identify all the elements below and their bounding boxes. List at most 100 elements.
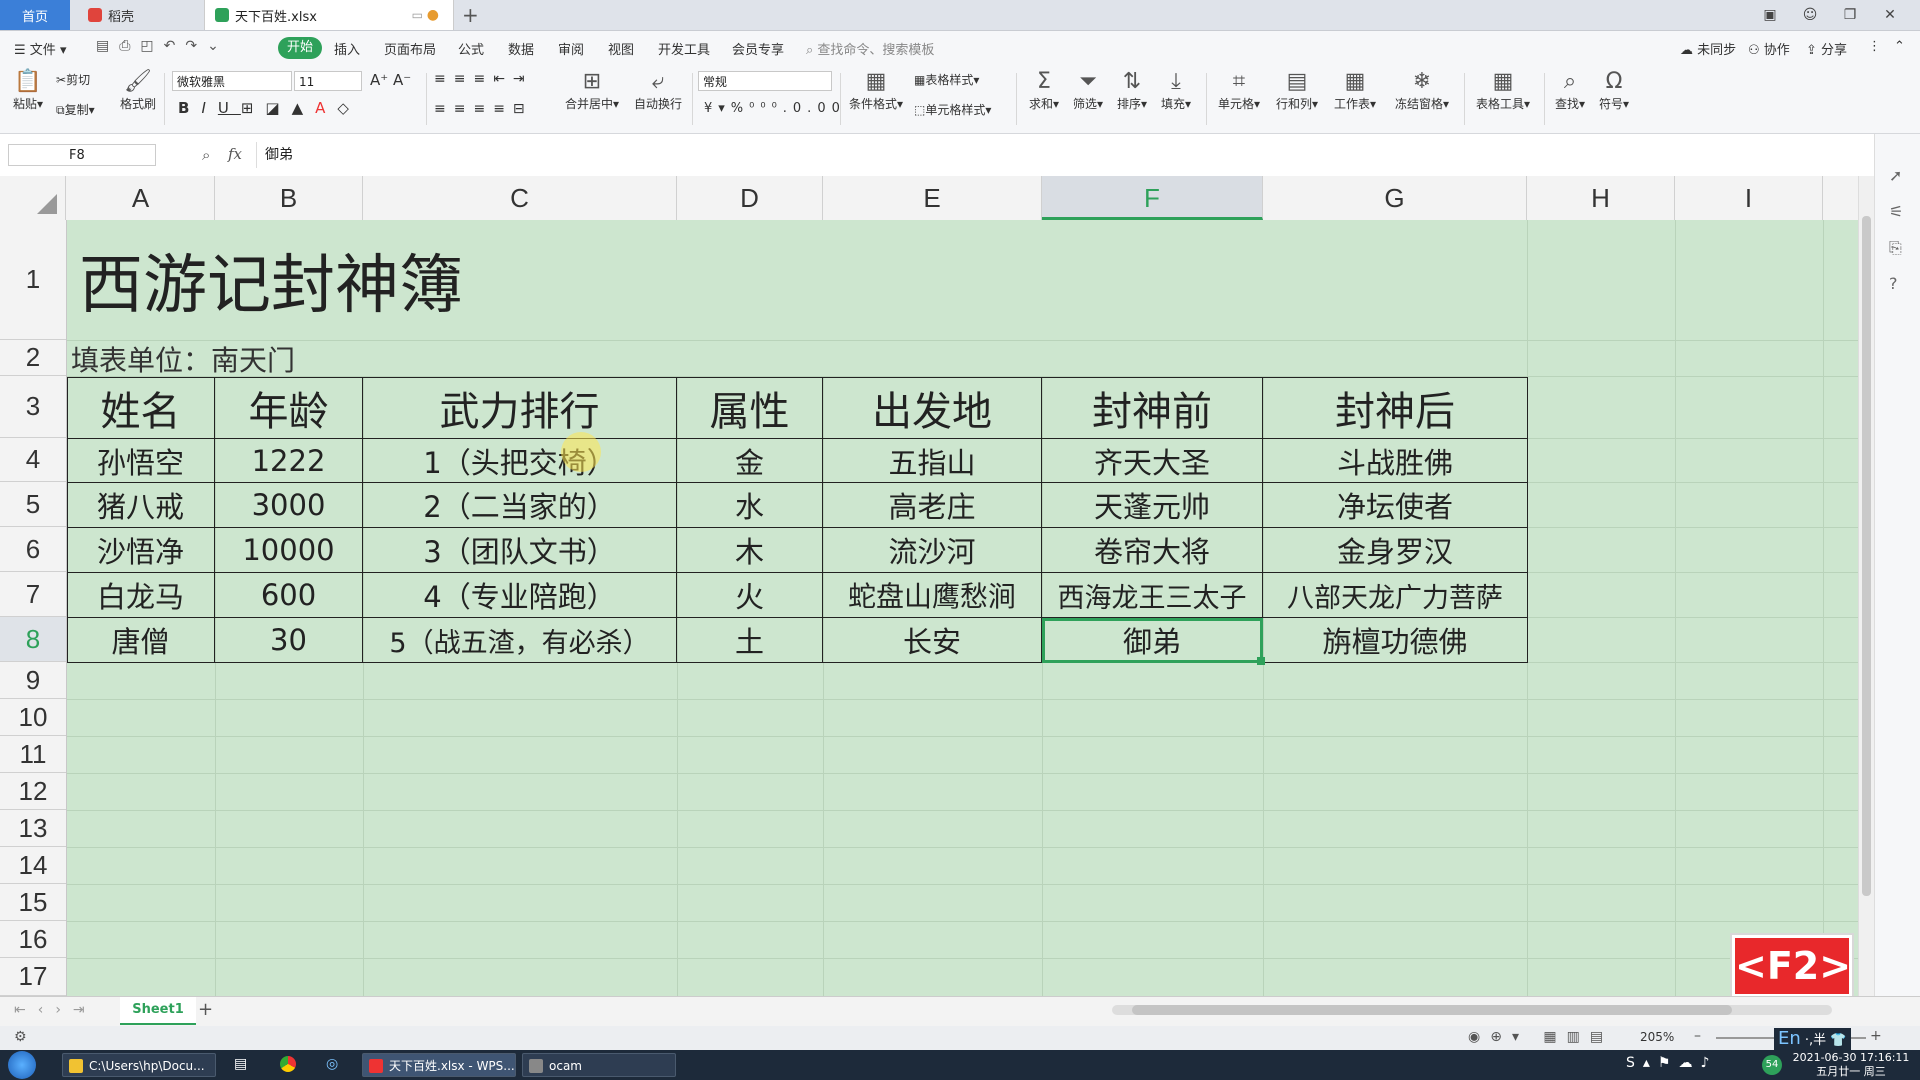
zoom-formula-icon[interactable]: ⌕	[202, 146, 210, 164]
row-header-3[interactable]: 3	[0, 376, 66, 438]
table-cell[interactable]: 1（头把交椅）	[363, 439, 677, 483]
tray-icons[interactable]: S▴⚑☁♪	[1626, 1055, 1717, 1071]
add-sheet-icon[interactable]: +	[198, 999, 213, 1020]
font-name-select[interactable]: 微软雅黑	[172, 71, 292, 91]
ime-indicator[interactable]: En ·,半 👕	[1774, 1028, 1851, 1050]
collapse-ribbon-icon[interactable]: ⌃	[1894, 39, 1905, 54]
table-cell[interactable]: 10000	[215, 528, 363, 573]
scroll-thumb[interactable]	[1862, 216, 1871, 896]
filter-button[interactable]: ⏷ 筛选▾	[1068, 69, 1108, 112]
column-header-d[interactable]: D	[677, 176, 823, 220]
table-cell[interactable]: 金	[677, 439, 823, 483]
row-header-5[interactable]: 5	[0, 482, 66, 527]
cell-style-button[interactable]: ⬚单元格样式▾	[914, 101, 991, 118]
command-search[interactable]: ⌕ 查找命令、搜索模板	[806, 39, 934, 58]
taskbar-explorer[interactable]: C:\Users\hp\Docu...	[62, 1053, 216, 1077]
row-header-8[interactable]: 8	[0, 617, 66, 662]
close-icon[interactable]: ✕	[1876, 4, 1904, 26]
select-all-corner[interactable]	[0, 176, 66, 220]
row-col-button[interactable]: ▤ 行和列▾	[1272, 69, 1322, 112]
table-cell[interactable]: 3（团队文书）	[363, 528, 677, 573]
worksheet-button[interactable]: ▦ 工作表▾	[1330, 69, 1380, 112]
menu-page-layout[interactable]: 页面布局	[384, 39, 436, 58]
menu-home[interactable]: 开始	[278, 37, 323, 59]
column-header-f[interactable]: F	[1042, 176, 1263, 220]
row-header-10[interactable]: 10	[0, 699, 66, 736]
cut-button[interactable]: ✂剪切	[56, 71, 90, 88]
menu-insert[interactable]: 插入	[334, 39, 360, 58]
column-header-h[interactable]: H	[1527, 176, 1675, 220]
sync-status[interactable]: ☁ 未同步	[1680, 39, 1736, 58]
row-header-11[interactable]: 11	[0, 736, 66, 773]
row-header-14[interactable]: 14	[0, 847, 66, 884]
menu-formula[interactable]: 公式	[458, 39, 484, 58]
formula-input[interactable]: 御弟	[256, 142, 1876, 168]
table-cell[interactable]: 长安	[823, 618, 1042, 663]
table-cell[interactable]: 斗战胜佛	[1263, 439, 1528, 483]
header-name[interactable]: 姓名	[67, 377, 215, 439]
table-cell[interactable]: 5（战五渣，有必杀）	[363, 618, 677, 663]
avatar-icon[interactable]: ☺	[1796, 4, 1824, 26]
backup-icon[interactable]: ⎘	[1889, 238, 1902, 258]
layout-icon[interactable]: ▣	[1756, 4, 1784, 26]
table-cell[interactable]: 西海龙王三太子	[1042, 573, 1263, 618]
paste-button[interactable]: 📋 粘贴▾	[10, 69, 46, 112]
tab-file[interactable]: 天下百姓.xlsx ▭ ●	[204, 0, 454, 30]
table-cell[interactable]: 木	[677, 528, 823, 573]
table-cell[interactable]: 4（专业陪跑）	[363, 573, 677, 618]
column-header-b[interactable]: B	[215, 176, 363, 220]
cell-button[interactable]: ⌗ 单元格▾	[1214, 69, 1264, 112]
sheet-title[interactable]: 西游记封神簿	[79, 220, 463, 340]
notepad-icon[interactable]: ▤	[234, 1056, 247, 1072]
menu-developer[interactable]: 开发工具	[658, 39, 710, 58]
table-cell[interactable]: 火	[677, 573, 823, 618]
row-header-15[interactable]: 15	[0, 884, 66, 921]
find-button[interactable]: ⌕ 查找▾	[1552, 69, 1588, 112]
sheet-grid[interactable]: 西游记封神簿 填表单位：南天门 姓名 年龄 武力排行 属性 出发地 封神前 封神…	[67, 220, 1858, 996]
align-buttons[interactable]: ≡≡≡≡⊟	[434, 101, 533, 117]
zoom-in-icon[interactable]: +	[1870, 1028, 1882, 1044]
table-cell[interactable]: 卷帘大将	[1042, 528, 1263, 573]
row-header-13[interactable]: 13	[0, 810, 66, 847]
freeze-panes-button[interactable]: ❄ 冻结窗格▾	[1392, 69, 1452, 112]
selected-cell-f8[interactable]: 御弟	[1042, 618, 1263, 663]
row-header-9[interactable]: 9	[0, 662, 66, 699]
quick-access-icons[interactable]: ▤⎙◰↶↷⌄	[96, 38, 229, 54]
row-header-6[interactable]: 6	[0, 527, 66, 572]
table-style-button[interactable]: ▦表格样式▾	[914, 71, 979, 88]
column-header-c[interactable]: C	[363, 176, 677, 220]
more-icon[interactable]: ⋮	[1868, 39, 1881, 54]
view-mode-icons[interactable]: ◉⊕▾ ▦▥▤	[1468, 1029, 1613, 1045]
filling-unit[interactable]: 填表单位：南天门	[71, 341, 295, 377]
sheet-tab-sheet1[interactable]: Sheet1	[120, 997, 196, 1025]
table-cell[interactable]: 唐僧	[67, 618, 215, 663]
name-box[interactable]: F8	[8, 144, 156, 166]
table-cell[interactable]: 土	[677, 618, 823, 663]
copy-button[interactable]: ⧉复制▾	[56, 101, 95, 118]
row-header-12[interactable]: 12	[0, 773, 66, 810]
row-header-16[interactable]: 16	[0, 921, 66, 958]
column-header-g[interactable]: G	[1263, 176, 1527, 220]
menu-view[interactable]: 视图	[608, 39, 634, 58]
table-cell[interactable]: 30	[215, 618, 363, 663]
browser-icon[interactable]: ◎	[326, 1056, 338, 1072]
table-cell[interactable]: 净坛使者	[1263, 483, 1528, 528]
table-cell[interactable]: 猪八戒	[67, 483, 215, 528]
chrome-icon[interactable]	[280, 1056, 296, 1072]
start-button-icon[interactable]	[8, 1051, 36, 1079]
row-header-4[interactable]: 4	[0, 438, 66, 482]
new-tab-icon[interactable]: +	[462, 3, 479, 27]
font-size-select[interactable]: 11	[294, 71, 362, 91]
menu-data[interactable]: 数据	[508, 39, 534, 58]
menu-review[interactable]: 审阅	[558, 39, 584, 58]
conditional-format-button[interactable]: ▦ 条件格式▾	[848, 69, 904, 112]
header-origin[interactable]: 出发地	[823, 377, 1042, 439]
table-cell[interactable]: 齐天大圣	[1042, 439, 1263, 483]
align-top-buttons[interactable]: ≡≡≡⇤⇥	[434, 71, 533, 87]
fill-button[interactable]: ⤓ 填充▾	[1156, 69, 1196, 112]
table-cell[interactable]: 水	[677, 483, 823, 528]
header-rank[interactable]: 武力排行	[363, 377, 677, 439]
column-header-a[interactable]: A	[67, 176, 215, 220]
table-cell[interactable]: 白龙马	[67, 573, 215, 618]
header-before[interactable]: 封神前	[1042, 377, 1263, 439]
